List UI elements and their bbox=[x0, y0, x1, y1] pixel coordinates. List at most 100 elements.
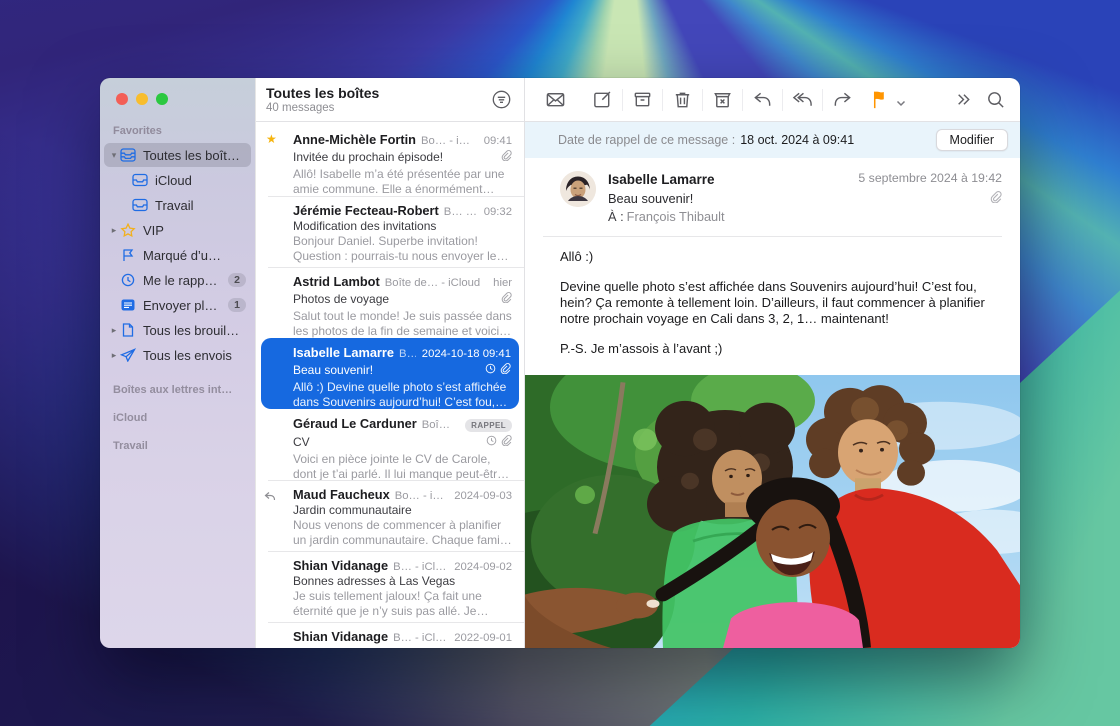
message-subject: Beau souvenir! bbox=[293, 363, 479, 377]
get-mail-icon[interactable] bbox=[545, 89, 566, 110]
chevron-right-icon[interactable]: ▸ bbox=[108, 226, 120, 235]
sidebar-item-label: iCloud bbox=[155, 173, 192, 188]
sidebar-item-label: Travail bbox=[155, 198, 194, 213]
sidebar-section-icloud[interactable]: iCloud bbox=[100, 396, 255, 424]
detail-sender-name: Isabelle Lamarre bbox=[608, 171, 725, 189]
close-window-button[interactable] bbox=[116, 93, 128, 105]
chevron-down-icon[interactable]: ▾ bbox=[108, 151, 120, 160]
reply-icon[interactable] bbox=[752, 89, 773, 110]
message-account: Boî… - iCl… bbox=[422, 419, 459, 431]
modify-reminder-button[interactable]: Modifier bbox=[936, 129, 1008, 151]
reminder-banner-label: Date de rappel de ce message : bbox=[558, 133, 735, 147]
message-preview: Bonjour Daniel. Superbe invitation! Ques… bbox=[293, 234, 512, 264]
sidebar-item-label: Envoyer pl… bbox=[143, 298, 217, 313]
message-subject: Photos de voyage bbox=[293, 292, 495, 306]
reply-all-icon[interactable] bbox=[792, 89, 813, 110]
sidebar-item-icloud-inbox[interactable]: iCloud bbox=[104, 168, 251, 192]
message-date: 2024-09-03 bbox=[454, 490, 512, 502]
message-preview: Allô! Isabelle m’a été présentée par une… bbox=[293, 167, 512, 197]
flag-icon bbox=[120, 248, 137, 263]
paperclip-icon bbox=[500, 361, 511, 379]
more-toolbar-items-icon[interactable] bbox=[952, 89, 973, 110]
message-header: Isabelle Lamarre Beau souvenir! À :Franç… bbox=[525, 158, 1020, 237]
message-row[interactable]: Shian VidanageB… - iCloud2024-09-02 Bonn… bbox=[256, 551, 524, 622]
flag-icon[interactable] bbox=[869, 89, 890, 110]
sidebar-item-label: Tous les brouil… bbox=[143, 323, 239, 338]
message-subject: Invitée du prochain épisode! bbox=[293, 150, 495, 164]
flag-options-chevron-icon[interactable] bbox=[895, 96, 907, 108]
paperclip-icon bbox=[990, 190, 1002, 208]
junk-icon[interactable] bbox=[712, 89, 733, 110]
archive-icon[interactable] bbox=[632, 89, 653, 110]
message-list-pane: Toutes les boîtes 40 messages ★ Anne-Mic… bbox=[255, 78, 525, 648]
sidebar-section-travail[interactable]: Travail bbox=[100, 424, 255, 452]
sidebar-item-all-drafts[interactable]: ▸ Tous les brouil… bbox=[104, 318, 251, 342]
chevron-right-icon[interactable]: ▸ bbox=[108, 351, 120, 360]
sidebar-item-remind-me[interactable]: Me le rapp… 2 bbox=[104, 268, 251, 292]
message-row[interactable]: Maud Faucheux Bo… - iCl… 2024-09-03 Jardin… bbox=[256, 480, 524, 551]
detail-date: 5 septembre 2024 à 19:42 bbox=[858, 171, 1002, 185]
sidebar-item-send-later[interactable]: Envoyer pl… 1 bbox=[104, 293, 251, 317]
sidebar-item-flagged[interactable]: Marqué d’u… bbox=[104, 243, 251, 267]
message-account: B… - iCloud bbox=[393, 561, 448, 573]
body-paragraph: Devine quelle photo s’est affichée dans … bbox=[560, 279, 1000, 327]
to-recipient[interactable]: François Thibault bbox=[627, 209, 725, 224]
zoom-window-button[interactable] bbox=[156, 93, 168, 105]
message-account: B… bbox=[399, 348, 416, 360]
unread-count-badge: 2 bbox=[228, 273, 246, 287]
sidebar-item-all-inboxes[interactable]: ▾ Toutes les boît… bbox=[104, 143, 251, 167]
sidebar-item-all-sent[interactable]: ▸ Tous les envois bbox=[104, 343, 251, 367]
sender-avatar[interactable] bbox=[560, 171, 596, 207]
message-sender: Maud Faucheux bbox=[293, 487, 390, 502]
star-icon bbox=[120, 223, 137, 238]
message-preview: Voici en pièce jointe le CV de Carole, d… bbox=[293, 452, 512, 482]
message-account: Bo… - iCl… bbox=[395, 490, 449, 502]
message-preview: Salut tout le monde! Je suis passée dans… bbox=[293, 309, 512, 339]
message-row[interactable]: Jérémie Fecteau-RobertB… - i…09:32 Modif… bbox=[256, 196, 524, 267]
body-paragraph: Allô :) bbox=[560, 249, 1000, 265]
message-subject: Bonnes adresses à Las Vegas bbox=[293, 574, 512, 588]
sidebar-item-vip[interactable]: ▸ VIP bbox=[104, 218, 251, 242]
message-detail-pane: Date de rappel de ce message : 18 oct. 2… bbox=[525, 78, 1020, 648]
message-date: 09:41 bbox=[484, 135, 512, 147]
send-later-icon bbox=[120, 298, 137, 313]
paper-plane-icon bbox=[120, 348, 137, 363]
message-row[interactable]: Géraud Le CardunerBoî… - iCl…RAPPEL CV V… bbox=[256, 409, 524, 480]
compose-icon[interactable] bbox=[592, 89, 613, 110]
message-row[interactable]: Shian VidanageB… - iCloud2022-09-01 bbox=[256, 622, 524, 648]
chevron-right-icon[interactable]: ▸ bbox=[108, 326, 120, 335]
draft-document-icon bbox=[120, 323, 137, 338]
message-subject: Jardin communautaire bbox=[293, 503, 512, 517]
forward-icon[interactable] bbox=[832, 89, 853, 110]
search-icon[interactable] bbox=[985, 89, 1006, 110]
sidebar-item-travail-inbox[interactable]: Travail bbox=[104, 193, 251, 217]
minimize-window-button[interactable] bbox=[136, 93, 148, 105]
attachment-photo[interactable] bbox=[525, 375, 1020, 648]
message-sender: Shian Vidanage bbox=[293, 629, 388, 644]
clock-icon bbox=[120, 273, 137, 288]
message-date: 09:32 bbox=[484, 206, 512, 218]
sidebar-item-label: Tous les envois bbox=[143, 348, 232, 363]
message-date: 2024-09-02 bbox=[454, 561, 512, 573]
detail-subject: Beau souvenir! bbox=[608, 190, 725, 207]
reminder-clock-icon bbox=[485, 361, 496, 379]
message-preview: Je suis tellement jaloux! Ça fait une ét… bbox=[293, 589, 512, 619]
message-preview: Nous venons de commencer à planifier un … bbox=[293, 518, 512, 548]
trash-icon[interactable] bbox=[672, 89, 693, 110]
message-body: Allô :) Devine quelle photo s’est affich… bbox=[525, 237, 1020, 375]
reminder-banner: Date de rappel de ce message : 18 oct. 2… bbox=[525, 122, 1020, 158]
message-sender: Astrid Lambot bbox=[293, 274, 380, 289]
to-label: À : bbox=[608, 209, 624, 224]
message-subject: CV bbox=[293, 435, 480, 449]
mailbox-title: Toutes les boîtes bbox=[266, 85, 524, 101]
reminder-banner-date: 18 oct. 2024 à 09:41 bbox=[740, 133, 854, 147]
sidebar-item-label: VIP bbox=[143, 223, 164, 238]
sidebar-item-label: Me le rapp… bbox=[143, 273, 217, 288]
message-row[interactable]: ★ Anne-Michèle FortinBo… - iCloud09:41 I… bbox=[256, 125, 524, 196]
sidebar-section-smart-mailboxes: Boîtes aux lettres int… bbox=[100, 368, 255, 396]
message-row-selected[interactable]: Isabelle LamarreB…2024-10-18 09:41 Beau … bbox=[261, 338, 519, 409]
unread-count-badge: 1 bbox=[228, 298, 246, 312]
message-row[interactable]: Astrid LambotBoîte de… - iCloudhier Phot… bbox=[256, 267, 524, 338]
reminder-clock-icon bbox=[486, 433, 497, 451]
filter-icon[interactable] bbox=[491, 89, 512, 110]
